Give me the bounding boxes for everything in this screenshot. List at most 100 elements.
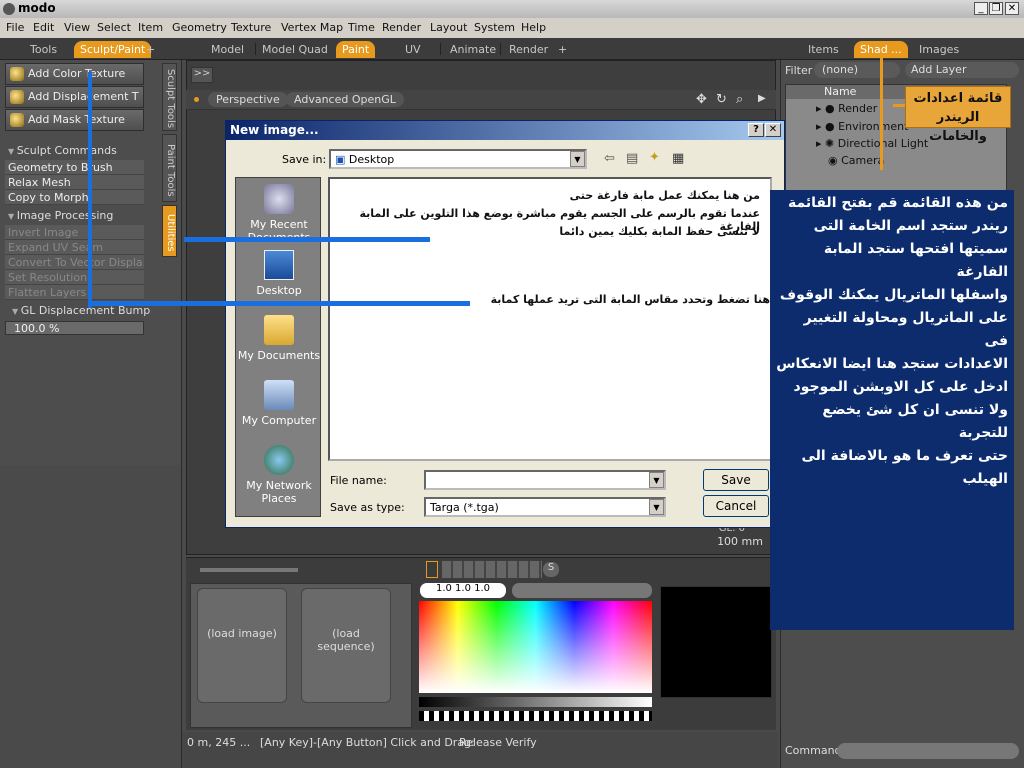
file-name-input[interactable]: ▼ [424, 470, 666, 490]
copy-to-morph-button[interactable]: Copy to Morph [5, 190, 144, 205]
menu-help[interactable]: Help [521, 21, 546, 34]
add-displacement-texture-button[interactable]: Add Displacement T ... [5, 86, 144, 108]
dropdown-arrow-icon[interactable]: ▼ [570, 151, 585, 167]
menu-texture[interactable]: Texture [231, 21, 271, 34]
command-input[interactable] [837, 743, 1019, 759]
set-resolution-button[interactable]: Set Resolution [5, 270, 144, 285]
expand-uv-seam-button[interactable]: Expand UV Seam [5, 240, 144, 255]
vtab-utilities[interactable]: Utilities [162, 205, 177, 257]
relax-mesh-button[interactable]: Relax Mesh [5, 175, 144, 190]
status-coords: 0 m, 245 ... [187, 736, 251, 749]
rotate-view-icon[interactable]: ↻ [716, 92, 727, 107]
place-network-places[interactable]: My Network Places [236, 445, 322, 505]
color-value-bar[interactable] [512, 583, 652, 598]
dialog-title: New image... [230, 123, 319, 137]
cancel-button[interactable]: Cancel [703, 495, 769, 517]
tab-images[interactable]: Images [913, 41, 965, 58]
menu-time[interactable]: Time [348, 21, 375, 34]
tab-tools[interactable]: Tools [24, 41, 63, 58]
tree-item-camera[interactable]: ◉ Camera [828, 154, 884, 167]
up-folder-icon[interactable]: ▤ [626, 151, 638, 166]
convert-to-vector-button[interactable]: Convert To Vector Displa... [5, 255, 144, 270]
menu-geometry[interactable]: Geometry [172, 21, 227, 34]
menu-render[interactable]: Render [382, 21, 421, 34]
view-menu-icon[interactable]: ▦ [672, 151, 684, 166]
alpha-strip[interactable] [419, 711, 652, 721]
viewport-menu-icon[interactable]: ▶ [758, 93, 766, 104]
tab-uv[interactable]: UV [399, 41, 427, 58]
place-my-computer[interactable]: My Computer [236, 380, 322, 427]
load-image-button[interactable]: (load image) [197, 588, 287, 703]
image-processing-heading[interactable]: Image Processing [8, 209, 114, 222]
tab-render[interactable]: Render [503, 41, 554, 58]
tree-item-directional-light[interactable]: ▸ ✺ Directional Light [816, 137, 928, 150]
tab-model[interactable]: Model [205, 41, 250, 58]
color-picker[interactable] [419, 601, 652, 693]
minimize-button[interactable]: _ [974, 2, 988, 15]
menu-vertex-map[interactable]: Vertex Map [281, 21, 343, 34]
save-button[interactable]: Save [703, 469, 769, 491]
image-slider[interactable] [200, 568, 298, 572]
desktop-icon: ▣ [335, 153, 349, 166]
save-in-dropdown[interactable]: ▣ Desktop ▼ [329, 149, 587, 169]
add-color-texture-button[interactable]: Add Color Texture [5, 63, 144, 85]
tree-item-environment[interactable]: ▸ ● Environment [816, 120, 908, 133]
annotation-connector-line [184, 237, 430, 242]
add-mask-texture-button[interactable]: Add Mask Texture [5, 109, 144, 131]
swatch-slots[interactable] [442, 561, 542, 578]
expand-arrow-icon[interactable]: ▸ [816, 102, 825, 115]
swatch-slot[interactable] [426, 561, 438, 578]
tab-add-center[interactable]: + [552, 41, 573, 58]
value-strip[interactable] [419, 697, 652, 707]
place-recent-documents[interactable]: My Recent Documents [236, 184, 322, 244]
menu-system[interactable]: System [474, 21, 515, 34]
annotation-line: واسفلها الماتريال يمكنك الوقوف [779, 287, 1008, 303]
sculpt-commands-heading[interactable]: Sculpt Commands [8, 144, 117, 157]
load-sequence-button[interactable]: (load sequence) [301, 588, 391, 703]
file-list[interactable]: من هنا يمكنك عمل مابة فارغة حتى عندما تق… [328, 177, 772, 461]
tab-shader[interactable]: Shad ... [854, 41, 908, 58]
dropdown-arrow-icon[interactable]: ▼ [649, 472, 664, 488]
expand-toolbar-button[interactable]: >> [191, 67, 213, 83]
place-desktop[interactable]: Desktop [236, 250, 322, 297]
view-mode-button[interactable]: Perspective [208, 92, 288, 107]
place-my-documents[interactable]: My Documents [236, 315, 322, 362]
menu-view[interactable]: View [64, 21, 90, 34]
save-as-type-dropdown[interactable]: Targa (*.tga) ▼ [424, 497, 666, 517]
filter-dropdown[interactable]: (none) [814, 62, 900, 78]
close-window-button[interactable]: ✕ [1005, 2, 1019, 15]
dialog-close-button[interactable]: ✕ [765, 123, 781, 137]
zoom-view-icon[interactable]: ⌕ [736, 92, 743, 107]
move-view-icon[interactable]: ✥ [696, 92, 707, 107]
add-layer-dropdown[interactable]: Add Layer [905, 62, 1019, 78]
tab-add-left[interactable]: + [140, 41, 161, 58]
flatten-layers-button[interactable]: Flatten Layers [5, 285, 144, 300]
shading-mode-button[interactable]: Advanced OpenGL [286, 92, 404, 107]
vtab-sculpt-tools[interactable]: Sculpt Tools [162, 63, 177, 131]
tab-items[interactable]: Items [802, 41, 845, 58]
dialog-help-button[interactable]: ? [748, 123, 764, 137]
menu-layout[interactable]: Layout [430, 21, 467, 34]
tab-model-quad[interactable]: Model Quad [256, 41, 334, 58]
annotation-line: ريندر ستجد اسم الخامة التى [813, 218, 1008, 234]
rgb-value-field[interactable]: 1.0 1.0 1.0 [420, 583, 506, 598]
menu-edit[interactable]: Edit [33, 21, 54, 34]
vtab-paint-tools[interactable]: Paint Tools [162, 134, 177, 202]
back-icon[interactable]: ⇦ [604, 151, 615, 166]
tab-animate[interactable]: Animate [444, 41, 502, 58]
new-folder-icon[interactable]: ✦ [649, 150, 660, 165]
tab-paint[interactable]: Paint [336, 41, 376, 58]
geometry-to-brush-button[interactable]: Geometry to Brush [5, 160, 144, 175]
menu-file[interactable]: File [6, 21, 24, 34]
menu-select[interactable]: Select [97, 21, 131, 34]
tree-item-render[interactable]: ▸ ● Render [816, 102, 877, 115]
expand-arrow-icon[interactable]: ▸ [816, 120, 825, 133]
s-button[interactable]: S [543, 562, 559, 577]
gl-bump-value-field[interactable]: 100.0 % [5, 321, 144, 335]
expand-arrow-icon[interactable]: ▸ [816, 137, 825, 150]
window-title: modo [18, 1, 56, 15]
invert-image-button[interactable]: Invert Image [5, 225, 144, 240]
menu-item[interactable]: Item [138, 21, 163, 34]
maximize-button[interactable]: ❐ [989, 2, 1003, 15]
dropdown-arrow-icon[interactable]: ▼ [649, 499, 664, 515]
